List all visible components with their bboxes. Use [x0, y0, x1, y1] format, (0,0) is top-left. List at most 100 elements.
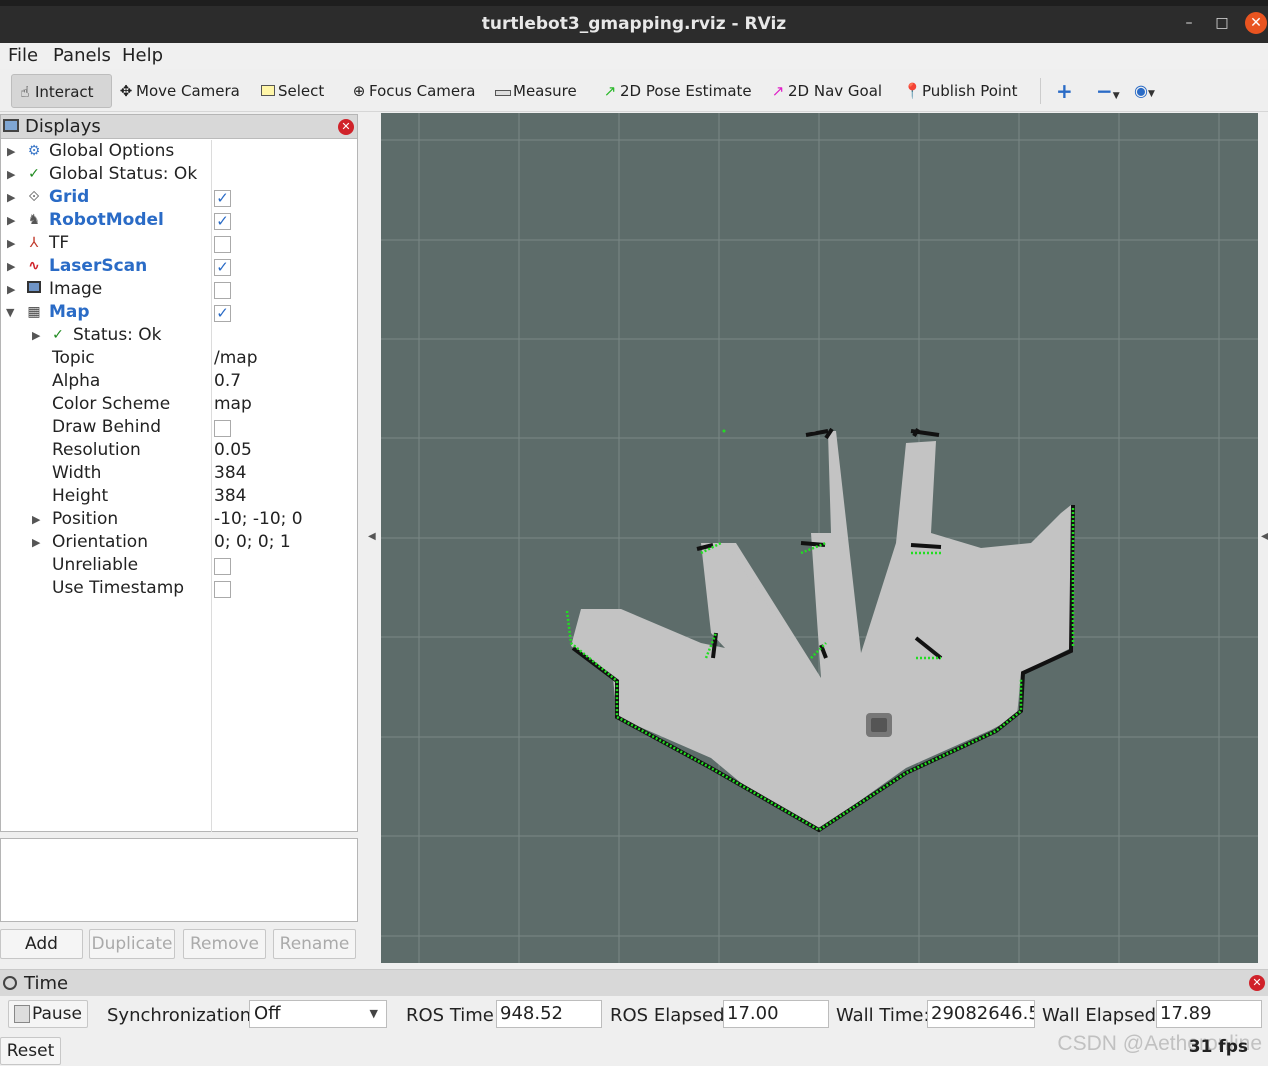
alpha-value[interactable]: 0.7 [214, 370, 241, 393]
expand-arrow-icon[interactable]: ▶ [7, 163, 15, 186]
add-button[interactable]: Add [0, 929, 83, 959]
close-button[interactable]: ✕ [1245, 12, 1267, 34]
tree-item-grid[interactable]: ▶ ⟐ Grid [1, 186, 357, 209]
right-splitter[interactable]: ◀ [1258, 113, 1268, 963]
displays-panel: Displays ✕ ▶ ⚙ Global Options ▶ ✓ Global… [0, 114, 358, 832]
interact-tool[interactable]: ☝ Interact [11, 74, 112, 108]
pause-button[interactable]: Pause [8, 1000, 88, 1028]
image-icon [25, 278, 43, 301]
maximize-button[interactable]: □ [1211, 12, 1233, 34]
expand-arrow-icon[interactable]: ▶ [32, 324, 40, 347]
left-splitter[interactable]: ◀ [362, 113, 380, 963]
tree-item-laserscan[interactable]: ▶ ∿ LaserScan [1, 255, 357, 278]
title-bar: turtlebot3_gmapping.rviz - RViz – □ ✕ [0, 6, 1268, 43]
collapse-arrow-icon[interactable]: ▼ [6, 301, 14, 324]
menu-file[interactable]: File [8, 45, 38, 66]
minus-icon[interactable]: −▼ [1092, 74, 1120, 108]
duplicate-button[interactable]: Duplicate [89, 929, 175, 959]
orientation-value: 0; 0; 0; 1 [214, 532, 291, 552]
grid-checkbox[interactable]: ✓ [214, 190, 231, 207]
topic-value[interactable]: /map [214, 347, 258, 370]
close-icon[interactable]: ✕ [338, 119, 354, 135]
displays-header: Displays ✕ [1, 115, 357, 139]
use-timestamp-checkbox[interactable] [214, 581, 231, 598]
grid-icon: ⟐ [28, 189, 40, 205]
toolbar: ☝ Interact ✥ Move Camera Select ⊕ Focus Cam… [0, 70, 1268, 112]
free-space [571, 431, 1071, 830]
wall-elapsed-field[interactable]: 17.89 [1156, 1000, 1262, 1028]
sync-label: Synchronization: [107, 1005, 258, 1026]
fps-counter: 31 fps [1188, 1037, 1248, 1057]
eye-icon[interactable]: ◉▼ [1130, 74, 1155, 108]
menu-help[interactable]: Help [122, 45, 163, 66]
expand-arrow-icon[interactable]: ▶ [32, 531, 40, 554]
minimize-button[interactable]: – [1178, 12, 1200, 34]
plus-icon[interactable]: + [1052, 74, 1073, 108]
ruler-icon [494, 74, 512, 108]
remove-button[interactable]: Remove [183, 929, 266, 959]
select-tool[interactable]: Select [255, 74, 324, 108]
resolution-label: Resolution [52, 440, 141, 460]
tree-item-tf[interactable]: ▶ ⅄ TF [1, 232, 357, 255]
robot-icon: ♞ [27, 212, 41, 228]
focus-icon: ⊕ [352, 82, 366, 100]
draw-behind-checkbox[interactable] [214, 420, 231, 437]
menu-bar: File Panels Help [0, 43, 1268, 69]
tree-item-global-options[interactable]: ▶ ⚙ Global Options [1, 140, 357, 163]
expand-arrow-icon[interactable]: ▶ [7, 232, 15, 255]
green-arrow-icon: ↗ [603, 82, 617, 100]
menu-panels[interactable]: Panels [53, 45, 111, 66]
image-checkbox[interactable] [214, 282, 231, 299]
position-row[interactable]: ▶ Position [1, 508, 211, 531]
wall-time-field[interactable]: 29082646.59 [927, 1000, 1035, 1028]
laserscan-checkbox[interactable]: ✓ [214, 259, 231, 276]
axes-icon: ⅄ [29, 235, 39, 251]
move-camera-tool[interactable]: ✥ Move Camera [113, 74, 240, 108]
ros-time-label: ROS Time: [406, 1005, 500, 1026]
map-status-row[interactable]: ▶ ✓ Status: Ok [1, 324, 357, 347]
measure-tool[interactable]: Measure [490, 74, 577, 108]
check-icon: ✓ [52, 327, 64, 343]
chevron-down-icon: ▼ [369, 1007, 378, 1020]
color-scheme-value[interactable]: map [214, 393, 252, 416]
unreliable-checkbox[interactable] [214, 558, 231, 575]
position-value: -10; -10; 0 [214, 509, 303, 529]
publish-point-tool[interactable]: 📍Publish Point [899, 74, 1017, 108]
time-header: Time ✕ [0, 970, 1268, 996]
rename-button[interactable]: Rename [273, 929, 356, 959]
map-icon: ▦ [27, 304, 41, 320]
expand-arrow-icon[interactable]: ▶ [7, 140, 15, 163]
tree-item-image[interactable]: ▶ Image [1, 278, 357, 301]
expand-arrow-icon[interactable]: ▶ [7, 209, 15, 232]
close-icon[interactable]: ✕ [1249, 975, 1265, 991]
3d-viewport[interactable] [381, 113, 1258, 963]
nav-goal-tool[interactable]: ↗ 2D Nav Goal [765, 74, 882, 108]
orientation-row[interactable]: ▶ Orientation [1, 531, 211, 554]
expand-arrow-icon[interactable]: ▶ [32, 508, 40, 531]
use-timestamp-label: Use Timestamp [52, 578, 185, 598]
width-label: Width [52, 463, 102, 483]
tree-item-global-status[interactable]: ▶ ✓ Global Status: Ok [1, 163, 357, 186]
tree-item-map[interactable]: ▼ ▦ Map [1, 301, 357, 324]
focus-camera-tool[interactable]: ⊕ Focus Camera [346, 74, 476, 108]
pink-arrow-icon: ↗ [771, 82, 785, 100]
draw-behind-label: Draw Behind [52, 417, 161, 437]
expand-arrow-icon[interactable]: ▶ [7, 255, 15, 278]
ros-time-field[interactable]: 948.52 [496, 1000, 602, 1028]
monitor-icon [3, 119, 19, 132]
pause-icon [14, 1005, 30, 1023]
tf-checkbox[interactable] [214, 236, 231, 253]
pose-estimate-tool[interactable]: ↗ 2D Pose Estimate [597, 74, 752, 108]
ros-elapsed-field[interactable]: 17.00 [723, 1000, 829, 1028]
description-panel [0, 838, 358, 922]
map-canvas [381, 113, 1258, 963]
expand-arrow-icon[interactable]: ▶ [7, 186, 15, 209]
tree-item-robotmodel[interactable]: ▶ ♞ RobotModel [1, 209, 357, 232]
expand-arrow-icon[interactable]: ▶ [7, 278, 15, 301]
sync-dropdown[interactable]: Off ▼ [249, 1000, 387, 1028]
displays-title: Displays [25, 116, 101, 137]
reset-button[interactable]: Reset [0, 1037, 61, 1065]
robotmodel-checkbox[interactable]: ✓ [214, 213, 231, 230]
hand-icon: ☝ [20, 83, 30, 101]
map-checkbox[interactable]: ✓ [214, 305, 231, 322]
